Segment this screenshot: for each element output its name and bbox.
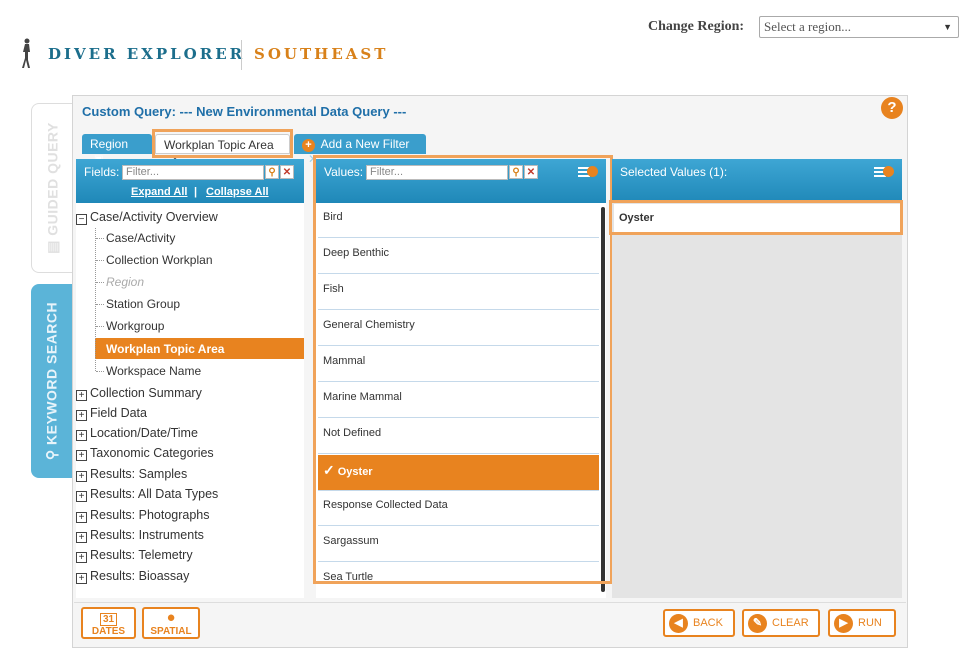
region-select[interactable]: Select a region... ▼ [759, 16, 959, 38]
tree-group-taxonomic-categories[interactable]: + Taxonomic Categories [76, 446, 214, 461]
tree-group-results-bioassay[interactable]: + Results: Bioassay [76, 569, 189, 584]
expand-icon[interactable]: + [76, 552, 87, 563]
highlight-selected-value [609, 200, 903, 235]
fields-header: Fields: Filter... ⚲ ✕ Expand All | Colla… [76, 159, 304, 203]
tree-group-results-photographs[interactable]: + Results: Photographs [76, 508, 210, 523]
tree-group-results-all-data-types[interactable]: + Results: All Data Types [76, 487, 218, 502]
tree-item-workgroup[interactable]: Workgroup [106, 319, 164, 333]
chevron-down-icon: ▼ [943, 22, 952, 32]
tree-dash [96, 304, 104, 305]
tree-dash [96, 260, 104, 261]
tree-item-workplan-topic-area[interactable]: Workplan Topic Area [106, 342, 224, 356]
tree-group-results-samples[interactable]: + Results: Samples [76, 467, 187, 482]
remove-all-icon[interactable] [874, 165, 894, 179]
expand-icon[interactable]: + [76, 573, 87, 584]
add-filter-button[interactable]: + Add a New Filter ✕ [294, 134, 426, 166]
expand-icon[interactable]: + [76, 450, 87, 461]
tree-connector [95, 228, 96, 371]
tree-dash [96, 238, 104, 239]
expand-icon[interactable]: + [76, 512, 87, 523]
tree-item-case-activity[interactable]: Case/Activity [106, 231, 175, 245]
spatial-button[interactable]: ● SPATIAL [142, 607, 200, 639]
dates-label: DATES [91, 626, 126, 637]
arrow-right-icon: ▶ [834, 614, 853, 633]
arrow-left-icon: ◀ [669, 614, 688, 633]
spatial-label: SPATIAL [150, 626, 192, 637]
highlight-workplan-tab [152, 129, 293, 158]
selected-values-list [612, 203, 902, 598]
clear-button[interactable]: ✎ CLEAR [742, 609, 820, 637]
expand-all-link[interactable]: Expand All [131, 186, 187, 198]
tree-dash [96, 371, 104, 372]
tree-item-workspace-name[interactable]: Workspace Name [106, 364, 201, 378]
tree-group-results-telemetry[interactable]: + Results: Telemetry [76, 548, 193, 563]
link-separator: | [194, 186, 198, 198]
back-button[interactable]: ◀ BACK [663, 609, 735, 637]
tree-group-results-instruments[interactable]: + Results: Instruments [76, 528, 204, 543]
brand-region: SOUTHEAST [254, 45, 389, 63]
tree-item-region: Region [106, 275, 145, 289]
plus-icon: + [302, 139, 315, 152]
tab-guided-query-label: ▤ GUIDED QUERY [44, 122, 60, 254]
expand-icon[interactable]: + [76, 390, 87, 401]
tree-item-collection-workplan[interactable]: Collection Workplan [106, 253, 213, 267]
fields-label: Fields: [84, 165, 120, 179]
expand-icon[interactable]: + [76, 491, 87, 502]
tree-group-collection-summary[interactable]: + Collection Summary [76, 386, 202, 401]
page-title: Custom Query: --- New Environmental Data… [82, 104, 407, 119]
eraser-icon: ✎ [748, 614, 767, 633]
tree-group-location-date-time[interactable]: + Location/Date/Time [76, 426, 198, 441]
tab-keyword-search[interactable]: ⚲ KEYWORD SEARCH [31, 284, 73, 478]
region-select-value: Select a region... [764, 19, 851, 34]
dates-button[interactable]: 31 DATES [81, 607, 136, 639]
add-filter-label: Add a New Filter [320, 137, 410, 151]
tree-dash [96, 326, 104, 327]
fields-filter-input[interactable]: Filter... [122, 165, 264, 180]
run-button[interactable]: ▶ RUN [828, 609, 896, 637]
expand-icon[interactable]: + [76, 471, 87, 482]
search-icon[interactable]: ⚲ [265, 165, 279, 179]
globe-icon: ● [166, 609, 176, 626]
filter-tab-region[interactable]: Region ▣ [82, 134, 152, 165]
tree-item-station-group[interactable]: Station Group [106, 297, 180, 311]
expand-icon[interactable]: + [76, 410, 87, 421]
expand-icon[interactable]: + [76, 532, 87, 543]
highlight-values-panel [313, 155, 613, 584]
tree-dash [96, 282, 104, 283]
help-icon[interactable]: ? [881, 97, 903, 119]
tree-group-case-activity-overview[interactable]: − Case/Activity Overview [76, 210, 218, 225]
selected-values-header: Selected Values (1): [612, 159, 902, 203]
expand-icon[interactable]: + [76, 430, 87, 441]
collapse-all-link[interactable]: Collapse All [206, 186, 269, 198]
clear-filter-icon[interactable]: ✕ [280, 165, 294, 179]
brand-name[interactable]: DIVER EXPLORER [48, 45, 245, 63]
change-region-label: Change Region: [648, 19, 745, 34]
collapse-icon[interactable]: − [76, 214, 87, 225]
filter-tab-region-label: Region [90, 137, 129, 151]
brand-divider [241, 40, 242, 70]
diver-logo-icon [22, 38, 30, 68]
tree-group-field-data[interactable]: + Field Data [76, 406, 147, 421]
edit-doc-icon: ▤ [44, 240, 60, 254]
calendar-icon: 31 [83, 609, 134, 626]
search-icon: ⚲ [43, 449, 60, 461]
tab-guided-query[interactable]: ▤ GUIDED QUERY [31, 103, 73, 273]
tab-keyword-search-label: ⚲ KEYWORD SEARCH [43, 301, 60, 461]
selected-values-label: Selected Values (1): [620, 165, 728, 179]
